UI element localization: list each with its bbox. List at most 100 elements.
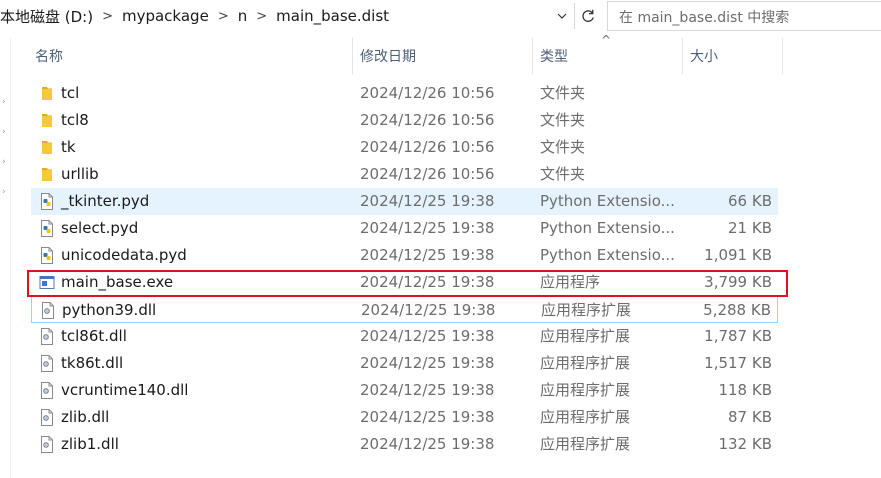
- breadcrumb-current[interactable]: main_base.dist: [276, 7, 389, 25]
- breadcrumb-separator-icon[interactable]: >: [102, 9, 113, 24]
- file-date: 2024/12/25 19:38: [360, 192, 495, 210]
- python-file-icon: [39, 220, 55, 237]
- python-file-icon: [39, 247, 55, 264]
- sort-ascending-icon: ^: [601, 33, 612, 47]
- file-row[interactable]: vcruntime140.dll 2024/12/25 19:38 应用程序扩展 11…: [31, 377, 778, 404]
- file-type: Python Extensio...: [540, 246, 675, 264]
- file-date: 2024/12/25 19:38: [360, 408, 495, 426]
- file-name: python39.dll: [62, 301, 157, 319]
- folder-icon: [39, 85, 55, 102]
- breadcrumb-separator-icon[interactable]: >: [218, 9, 229, 24]
- search-box[interactable]: 在 main_base.dist 中搜索: [607, 1, 881, 31]
- file-date: 2024/12/25 19:38: [360, 354, 495, 372]
- address-bar[interactable]: 本地磁盘 (D:) > mypackage > n > main_base.di…: [0, 0, 573, 32]
- file-size: 3,799 KB: [704, 273, 772, 291]
- file-type: 文件夹: [540, 111, 586, 129]
- file-name: unicodedata.pyd: [61, 246, 187, 264]
- file-type: 文件夹: [540, 165, 586, 183]
- file-type: 应用程序扩展: [540, 408, 631, 426]
- address-history-chevron-down-icon[interactable]: [551, 0, 573, 32]
- refresh-button[interactable]: [574, 3, 601, 29]
- column-header-date[interactable]: 修改日期: [360, 45, 416, 69]
- file-type: 应用程序扩展: [541, 301, 632, 319]
- nav-pane-divider: [10, 38, 11, 478]
- file-row[interactable]: _tkinter.pyd 2024/12/25 19:38 Python Exten…: [31, 188, 778, 215]
- file-name: tk86t.dll: [61, 354, 124, 372]
- dll-file-icon: [40, 302, 56, 319]
- file-date: 2024/12/26 10:56: [360, 138, 495, 156]
- file-size: 5,288 KB: [703, 301, 771, 319]
- file-date: 2024/12/25 19:38: [360, 273, 495, 291]
- file-name: zlib1.dll: [61, 435, 119, 453]
- breadcrumb-mypackage[interactable]: mypackage: [122, 7, 209, 25]
- exe-file-icon: [39, 274, 55, 291]
- file-row[interactable]: zlib1.dll 2024/12/25 19:38 应用程序扩展 132 KB: [31, 431, 778, 458]
- file-row[interactable]: tcl 2024/12/26 10:56 文件夹: [31, 80, 778, 107]
- file-date: 2024/12/25 19:38: [360, 435, 495, 453]
- file-row[interactable]: tcl8 2024/12/26 10:56 文件夹: [31, 107, 778, 134]
- file-row[interactable]: urllib 2024/12/26 10:56 文件夹: [31, 161, 778, 188]
- file-name: tcl86t.dll: [61, 327, 127, 345]
- file-row[interactable]: python39.dll 2024/12/25 19:38 应用程序扩展 5,288 …: [31, 296, 778, 323]
- column-divider[interactable]: [682, 38, 683, 74]
- column-header-size[interactable]: 大小: [690, 45, 718, 69]
- file-type: 应用程序扩展: [540, 354, 631, 372]
- file-type: 应用程序扩展: [540, 435, 631, 453]
- refresh-icon: [582, 9, 594, 22]
- file-type: 应用程序扩展: [540, 381, 631, 399]
- breadcrumb-n[interactable]: n: [238, 7, 248, 25]
- column-divider[interactable]: [352, 38, 353, 74]
- column-header-name[interactable]: 名称: [35, 45, 63, 69]
- file-date: 2024/12/26 10:56: [360, 111, 495, 129]
- nav-expand-chevron-icon[interactable]: ›: [2, 187, 8, 197]
- python-file-icon: [39, 193, 55, 210]
- column-divider[interactable]: [532, 38, 533, 74]
- file-date: 2024/12/25 19:38: [360, 246, 495, 264]
- folder-icon: [39, 112, 55, 129]
- breadcrumb-separator-icon[interactable]: >: [256, 9, 267, 24]
- file-row[interactable]: tk 2024/12/26 10:56 文件夹: [31, 134, 778, 161]
- file-type: Python Extensio...: [540, 192, 675, 210]
- file-size: 21 KB: [728, 219, 772, 237]
- dll-file-icon: [39, 355, 55, 372]
- file-size: 1,091 KB: [704, 246, 772, 264]
- file-date: 2024/12/25 19:38: [360, 381, 495, 399]
- file-size: 66 KB: [728, 192, 772, 210]
- breadcrumb-drive[interactable]: 本地磁盘 (D:): [0, 6, 93, 27]
- file-type: 文件夹: [540, 138, 586, 156]
- column-header-type[interactable]: 类型: [540, 45, 568, 69]
- file-size: 87 KB: [728, 408, 772, 426]
- file-name: _tkinter.pyd: [61, 192, 150, 210]
- file-size: 1,517 KB: [704, 354, 772, 372]
- file-name: main_base.exe: [61, 273, 174, 291]
- file-row[interactable]: tcl86t.dll 2024/12/25 19:38 应用程序扩展 1,787 KB: [31, 323, 778, 350]
- file-name: tk: [61, 138, 76, 156]
- file-name: urllib: [61, 165, 99, 183]
- dll-file-icon: [39, 328, 55, 345]
- file-date: 2024/12/25 19:38: [360, 327, 495, 345]
- file-date: 2024/12/26 10:56: [360, 165, 495, 183]
- file-row[interactable]: tk86t.dll 2024/12/25 19:38 应用程序扩展 1,517 KB: [31, 350, 778, 377]
- nav-expand-chevron-icon[interactable]: ›: [2, 127, 8, 137]
- nav-expand-chevron-icon[interactable]: ›: [2, 157, 8, 167]
- file-row[interactable]: unicodedata.pyd 2024/12/25 19:38 Python Ex…: [31, 242, 778, 269]
- search-input[interactable]: 在 main_base.dist 中搜索: [619, 7, 789, 27]
- dll-file-icon: [39, 409, 55, 426]
- file-date: 2024/12/25 19:38: [360, 219, 495, 237]
- file-name: vcruntime140.dll: [61, 381, 189, 399]
- file-date: 2024/12/25 19:38: [361, 301, 496, 319]
- file-row[interactable]: select.pyd 2024/12/25 19:38 Python Extensi…: [31, 215, 778, 242]
- dll-file-icon: [39, 436, 55, 453]
- file-name: zlib.dll: [61, 408, 110, 426]
- nav-expand-chevron-icon[interactable]: ›: [2, 97, 8, 107]
- file-row[interactable]: main_base.exe 2024/12/25 19:38 应用程序 3,799 K…: [31, 269, 778, 296]
- file-type: 应用程序: [540, 273, 601, 291]
- dll-file-icon: [39, 382, 55, 399]
- file-row[interactable]: zlib.dll 2024/12/25 19:38 应用程序扩展 87 KB: [31, 404, 778, 431]
- file-size: 118 KB: [718, 381, 772, 399]
- file-name: select.pyd: [61, 219, 139, 237]
- column-divider[interactable]: [782, 38, 783, 74]
- file-type: Python Extensio...: [540, 219, 675, 237]
- folder-icon: [39, 139, 55, 156]
- folder-icon: [39, 166, 55, 183]
